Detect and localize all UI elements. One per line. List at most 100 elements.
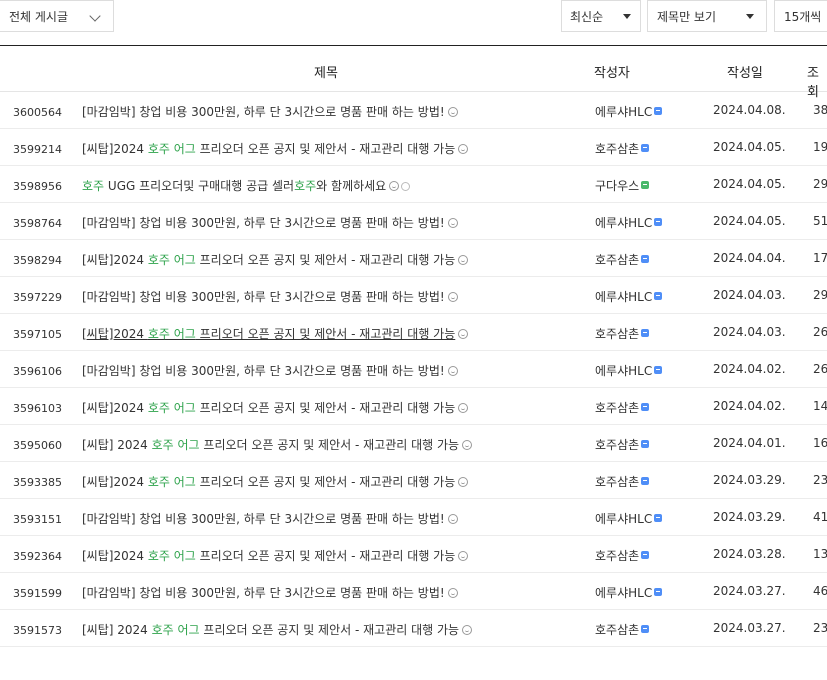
table-row[interactable]: 3595060 [씨탑] 2024 호주 어그 프리오더 오픈 공지 및 제안서 …	[0, 425, 827, 462]
author-name: 호주삼촌	[595, 253, 640, 267]
image-icon	[458, 403, 469, 413]
header-title: 제목	[314, 66, 338, 81]
title-text: [마감임박] 창업 비용 300만원, 하루 단 3시간으로 명품 판매 하는 …	[82, 105, 445, 119]
post-author[interactable]: 에루샤HLC	[595, 510, 663, 527]
post-views: 51	[813, 214, 827, 228]
post-title-link[interactable]: [마감임박] 창업 비용 300만원, 하루 단 3시간으로 명품 판매 하는 …	[82, 510, 458, 527]
all-posts-dropdown[interactable]: 전체 게시글	[0, 0, 114, 32]
post-date: 2024.03.27.	[713, 584, 786, 598]
sort-select[interactable]: 최신순	[561, 0, 641, 32]
post-number: 3591573	[13, 624, 62, 637]
post-number: 3595060	[13, 439, 62, 452]
post-author[interactable]: 에루샤HLC	[595, 362, 663, 379]
post-author[interactable]: 호주삼촌	[595, 473, 650, 490]
post-number: 3593385	[13, 476, 62, 489]
table-row[interactable]: 3600564 [마감임박] 창업 비용 300만원, 하루 단 3시간으로 명품…	[0, 92, 827, 129]
post-title-link[interactable]: [마감임박] 창업 비용 300만원, 하루 단 3시간으로 명품 판매 하는 …	[82, 103, 458, 120]
table-row[interactable]: 3593151 [마감임박] 창업 비용 300만원, 하루 단 3시간으로 명품…	[0, 499, 827, 536]
member-level-icon	[654, 588, 663, 596]
table-row[interactable]: 3598764 [마감임박] 창업 비용 300만원, 하루 단 3시간으로 명품…	[0, 203, 827, 240]
post-title-link[interactable]: [씨탑]2024 호주 어그 프리오더 오픈 공지 및 제안서 - 재고관리 대…	[82, 547, 469, 564]
post-author[interactable]: 호주삼촌	[595, 621, 650, 638]
image-icon	[458, 551, 469, 561]
post-author[interactable]: 호주삼촌	[595, 436, 650, 453]
post-title-link[interactable]: [씨탑]2024 호주 어그 프리오더 오픈 공지 및 제안서 - 재고관리 대…	[82, 325, 469, 342]
table-row[interactable]: 3598294 [씨탑]2024 호주 어그 프리오더 오픈 공지 및 제안서 -…	[0, 240, 827, 277]
post-title-link[interactable]: [마감임박] 창업 비용 300만원, 하루 단 3시간으로 명품 판매 하는 …	[82, 584, 458, 601]
member-level-icon	[654, 514, 663, 522]
title-text: [씨탑]2024	[82, 401, 148, 415]
image-icon	[447, 514, 458, 524]
table-row[interactable]: 3598956 호주 UGG 프리오더및 구매대행 공급 셀러호주와 함께하세요 구…	[0, 166, 827, 203]
table-row[interactable]: 3593385 [씨탑]2024 호주 어그 프리오더 오픈 공지 및 제안서 -…	[0, 462, 827, 499]
author-name: 에루샤HLC	[595, 105, 653, 119]
table-row[interactable]: 3597229 [마감임박] 창업 비용 300만원, 하루 단 3시간으로 명품…	[0, 277, 827, 314]
post-author[interactable]: 구다우스	[595, 177, 650, 194]
title-text: 프리오더 오픈 공지 및 제안서 - 재고관리 대행 가능	[199, 623, 460, 637]
post-title-link[interactable]: [씨탑] 2024 호주 어그 프리오더 오픈 공지 및 제안서 - 재고관리 …	[82, 436, 473, 453]
title-text: UGG 프리오더및 구매대행 공급 셀러	[104, 179, 295, 193]
post-table: 제목 작성자 작성일 조회 3600564 [마감임박] 창업 비용 300만원,…	[0, 45, 827, 647]
post-date: 2024.04.03.	[713, 325, 786, 339]
post-author[interactable]: 호주삼촌	[595, 547, 650, 564]
post-title-link[interactable]: [씨탑]2024 호주 어그 프리오더 오픈 공지 및 제안서 - 재고관리 대…	[82, 140, 469, 157]
post-author[interactable]: 에루샤HLC	[595, 584, 663, 601]
page-size-select[interactable]: 15개씩	[774, 0, 827, 32]
post-number: 3598764	[13, 217, 62, 230]
post-number: 3591599	[13, 587, 62, 600]
post-views: 16	[813, 436, 827, 450]
member-level-icon	[641, 625, 650, 633]
post-views: 26	[813, 362, 827, 376]
title-text: [마감임박] 창업 비용 300만원, 하루 단 3시간으로 명품 판매 하는 …	[82, 216, 445, 230]
view-mode-label: 제목만 보기	[657, 9, 717, 24]
table-row[interactable]: 3596106 [마감임박] 창업 비용 300만원, 하루 단 3시간으로 명품…	[0, 351, 827, 388]
post-views: 23	[813, 621, 827, 635]
post-title-link[interactable]: [씨탑]2024 호주 어그 프리오더 오픈 공지 및 제안서 - 재고관리 대…	[82, 473, 469, 490]
post-title-link[interactable]: 호주 UGG 프리오더및 구매대행 공급 셀러호주와 함께하세요	[82, 177, 411, 194]
image-icon	[458, 477, 469, 487]
author-name: 호주삼촌	[595, 475, 640, 489]
post-views: 29	[813, 177, 827, 191]
table-row[interactable]: 3596103 [씨탑]2024 호주 어그 프리오더 오픈 공지 및 제안서 -…	[0, 388, 827, 425]
header-date: 작성일	[727, 66, 763, 81]
table-row[interactable]: 3597105 [씨탑]2024 호주 어그 프리오더 오픈 공지 및 제안서 -…	[0, 314, 827, 351]
post-title-link[interactable]: [씨탑]2024 호주 어그 프리오더 오픈 공지 및 제안서 - 재고관리 대…	[82, 251, 469, 268]
title-keyword: 호주 어그	[147, 327, 196, 341]
post-number: 3596106	[13, 365, 62, 378]
post-author[interactable]: 호주삼촌	[595, 251, 650, 268]
post-title-link[interactable]: [마감임박] 창업 비용 300만원, 하루 단 3시간으로 명품 판매 하는 …	[82, 362, 458, 379]
image-icon	[458, 144, 469, 154]
post-title-link[interactable]: [씨탑]2024 호주 어그 프리오더 오픈 공지 및 제안서 - 재고관리 대…	[82, 399, 469, 416]
post-author[interactable]: 에루샤HLC	[595, 288, 663, 305]
post-author[interactable]: 호주삼촌	[595, 399, 650, 416]
post-author[interactable]: 에루샤HLC	[595, 214, 663, 231]
title-keyword: 호주 어그	[147, 253, 196, 267]
header-author: 작성자	[594, 66, 630, 81]
post-number: 3598956	[13, 180, 62, 193]
post-number: 3597229	[13, 291, 62, 304]
post-title-link[interactable]: [씨탑] 2024 호주 어그 프리오더 오픈 공지 및 제안서 - 재고관리 …	[82, 621, 473, 638]
author-name: 호주삼촌	[595, 327, 640, 341]
post-title-link[interactable]: [마감임박] 창업 비용 300만원, 하루 단 3시간으로 명품 판매 하는 …	[82, 288, 458, 305]
image-icon	[447, 366, 458, 376]
title-keyword: 호주 어그	[147, 549, 196, 563]
title-text: 프리오더 오픈 공지 및 제안서 - 재고관리 대행 가능	[195, 549, 456, 563]
title-text: [씨탑] 2024	[82, 623, 152, 637]
post-author[interactable]: 에루샤HLC	[595, 103, 663, 120]
member-level-icon	[641, 144, 650, 152]
post-views: 14	[813, 399, 827, 413]
author-name: 에루샤HLC	[595, 290, 653, 304]
member-level-icon	[641, 403, 650, 411]
table-row[interactable]: 3591599 [마감임박] 창업 비용 300만원, 하루 단 3시간으로 명품…	[0, 573, 827, 610]
chevron-down-icon	[89, 10, 101, 22]
title-text: 프리오더 오픈 공지 및 제안서 - 재고관리 대행 가능	[195, 401, 456, 415]
post-views: 46	[813, 584, 827, 598]
table-row[interactable]: 3599214 [씨탑]2024 호주 어그 프리오더 오픈 공지 및 제안서 -…	[0, 129, 827, 166]
view-mode-select[interactable]: 제목만 보기	[647, 0, 767, 32]
table-row[interactable]: 3592364 [씨탑]2024 호주 어그 프리오더 오픈 공지 및 제안서 -…	[0, 536, 827, 573]
post-author[interactable]: 호주삼촌	[595, 140, 650, 157]
post-title-link[interactable]: [마감임박] 창업 비용 300만원, 하루 단 3시간으로 명품 판매 하는 …	[82, 214, 458, 231]
title-text: [씨탑]2024	[82, 327, 148, 341]
post-author[interactable]: 호주삼촌	[595, 325, 650, 342]
table-row[interactable]: 3591573 [씨탑] 2024 호주 어그 프리오더 오픈 공지 및 제안서 …	[0, 610, 827, 647]
